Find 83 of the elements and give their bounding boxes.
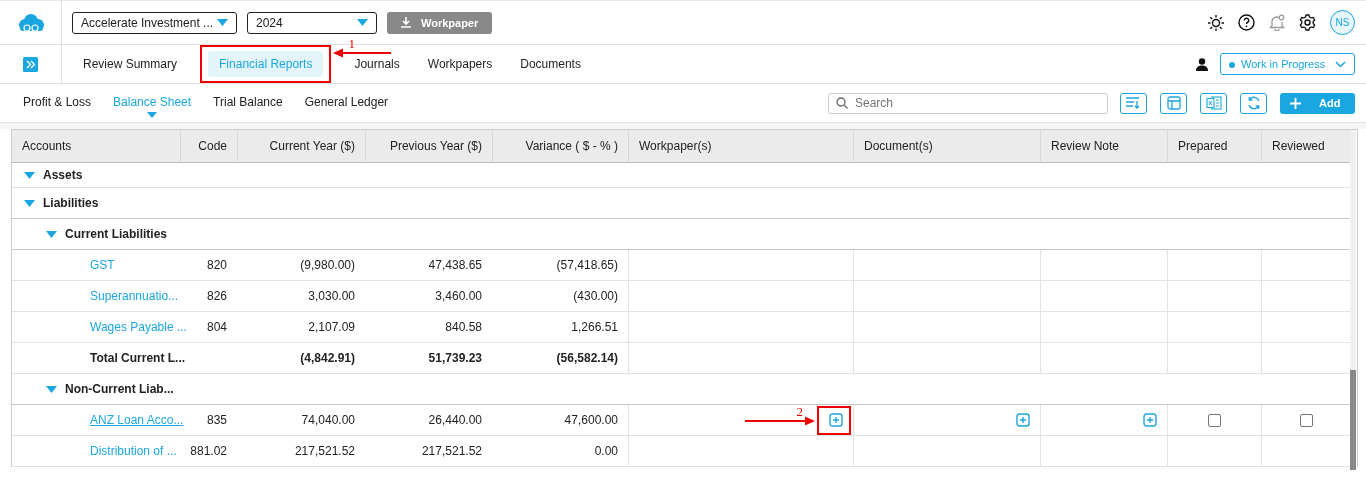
sun-icon[interactable] bbox=[1208, 14, 1224, 31]
report-tab[interactable]: Trial Balance bbox=[213, 94, 283, 109]
expanded-caret-icon[interactable] bbox=[46, 228, 57, 240]
prepared-checkbox[interactable] bbox=[1208, 413, 1221, 427]
add-icon[interactable] bbox=[829, 413, 843, 427]
expanded-caret-icon[interactable] bbox=[24, 197, 35, 209]
variance-cell: 1,266.51 bbox=[571, 320, 618, 334]
annotation-box bbox=[817, 406, 851, 435]
group-label: Current Liabilities bbox=[65, 227, 168, 241]
column-header[interactable]: Reviewed bbox=[1261, 130, 1350, 163]
settings-icon[interactable] bbox=[1299, 14, 1316, 31]
current-year-cell: (9,980.00) bbox=[300, 258, 355, 272]
nav-tab[interactable]: Review Summary bbox=[72, 51, 189, 77]
group-label: Assets bbox=[43, 168, 83, 182]
annotation-arrow bbox=[333, 48, 392, 58]
column-header[interactable]: Current Year ($) bbox=[237, 130, 365, 163]
code-cell: 881.02 bbox=[190, 444, 227, 458]
plus-icon bbox=[1290, 97, 1301, 109]
variance-cell: (57,418.65) bbox=[556, 258, 618, 272]
company-select[interactable]: Accelerate Investment ... bbox=[72, 11, 237, 34]
current-year-cell: 2,107.09 bbox=[308, 320, 355, 334]
bell-icon[interactable] bbox=[1269, 14, 1285, 31]
scrollbar-thumb[interactable] bbox=[1350, 370, 1356, 470]
year-select[interactable]: 2024 bbox=[247, 11, 377, 34]
current-year-cell: 217,521.52 bbox=[294, 444, 355, 458]
add-icon[interactable] bbox=[1143, 413, 1157, 427]
variance-cell: (56,582.14) bbox=[556, 351, 618, 365]
caret-icon bbox=[357, 19, 368, 26]
column-header[interactable]: Review Note bbox=[1040, 130, 1167, 163]
layout-icon bbox=[1166, 96, 1181, 110]
excel-export-button[interactable] bbox=[1200, 92, 1227, 114]
column-header[interactable]: Document(s) bbox=[853, 130, 1040, 163]
column-header[interactable]: Previous Year ($) bbox=[365, 130, 492, 163]
group-label: Non-Current Liab... bbox=[65, 382, 174, 396]
reviewed-checkbox[interactable] bbox=[1299, 413, 1313, 427]
variance-cell: 47,600.00 bbox=[564, 413, 618, 427]
code-cell: 826 bbox=[206, 289, 227, 303]
expanded-caret-icon[interactable] bbox=[24, 169, 35, 181]
previous-year-cell: 840.58 bbox=[445, 320, 482, 334]
report-tab[interactable]: Profit & Loss bbox=[23, 94, 92, 109]
previous-year-cell: 26,440.00 bbox=[428, 413, 482, 427]
report-tab[interactable]: General Ledger bbox=[304, 94, 389, 109]
current-year-cell: 3,030.00 bbox=[308, 289, 355, 303]
chevron-down-icon bbox=[1335, 60, 1346, 68]
nav-tab[interactable]: Documents bbox=[509, 51, 592, 77]
column-header[interactable]: Code bbox=[180, 130, 237, 163]
nav-tab[interactable]: Journals bbox=[343, 51, 411, 77]
download-icon bbox=[401, 17, 411, 28]
caret-icon bbox=[217, 19, 228, 26]
column-header[interactable]: Accounts bbox=[12, 130, 180, 163]
column-header[interactable]: Prepared bbox=[1167, 130, 1261, 163]
annotation-arrow bbox=[745, 416, 815, 426]
spreadsheet-icon bbox=[1205, 96, 1222, 110]
previous-year-cell: 51,739.23 bbox=[428, 351, 482, 365]
code-cell: 804 bbox=[206, 320, 227, 334]
current-year-cell: (4,842.91) bbox=[300, 351, 355, 365]
previous-year-cell: 217,521.52 bbox=[421, 444, 482, 458]
expand-sidebar-icon[interactable] bbox=[23, 56, 38, 72]
sort-icon bbox=[1126, 97, 1141, 109]
workpaper-button[interactable]: Workpaper bbox=[387, 11, 493, 34]
sort-button[interactable] bbox=[1120, 92, 1147, 114]
group-label: Liabilities bbox=[43, 196, 99, 210]
refresh-button[interactable] bbox=[1240, 92, 1267, 114]
previous-year-cell: 47,438.65 bbox=[428, 258, 482, 272]
current-year-cell: 74,040.00 bbox=[301, 413, 355, 427]
expanded-caret-icon[interactable] bbox=[46, 383, 57, 395]
search-field[interactable]: Search bbox=[828, 92, 1108, 114]
previous-year-cell: 3,460.00 bbox=[435, 289, 482, 303]
person-icon[interactable] bbox=[1196, 57, 1208, 71]
variance-cell: 0.00 bbox=[594, 444, 618, 458]
variance-cell: (430.00) bbox=[573, 289, 618, 303]
total-label: Total Current L... bbox=[90, 351, 186, 365]
annotation-number: 1 bbox=[348, 37, 355, 50]
help-icon[interactable] bbox=[1238, 14, 1255, 31]
add-icon[interactable] bbox=[1016, 413, 1030, 427]
nav-tab[interactable]: Workpapers bbox=[416, 51, 504, 77]
code-cell: 835 bbox=[206, 413, 227, 427]
annotation-number: 2 bbox=[796, 405, 803, 418]
code-cell: 820 bbox=[206, 258, 227, 272]
column-header[interactable]: Workpaper(s) bbox=[628, 130, 853, 163]
refresh-icon bbox=[1246, 96, 1261, 110]
layout-button[interactable] bbox=[1160, 92, 1187, 114]
column-header[interactable]: Variance ( $ - % ) bbox=[492, 130, 628, 163]
